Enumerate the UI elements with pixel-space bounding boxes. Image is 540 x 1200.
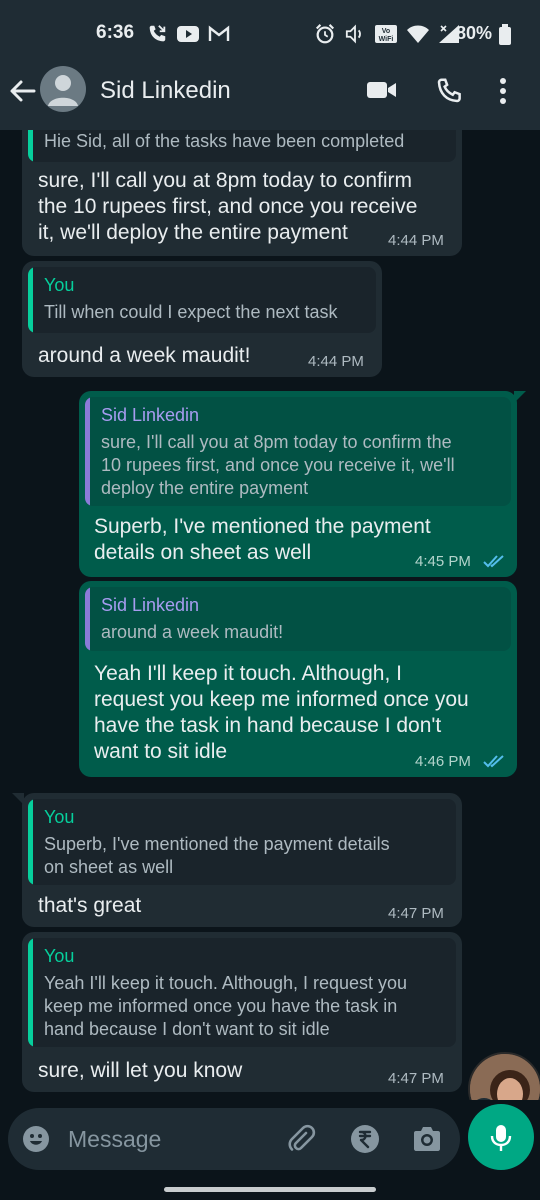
message-time: 4:46 PM xyxy=(415,753,471,770)
quoted-text: Hie Sid, all of the tasks have been comp… xyxy=(44,131,405,151)
quoted-message[interactable]: You Superb, I've mentioned the payment d… xyxy=(28,799,456,885)
quoted-message[interactable]: Hie Sid, all of the tasks have been comp… xyxy=(28,130,456,162)
quoted-author: Sid Linkedin xyxy=(101,595,200,615)
message-line: sure, I'll call you at 8pm today to conf… xyxy=(38,169,413,192)
quoted-line: sure, I'll call you at 8pm today to conf… xyxy=(101,432,452,452)
voice-call-icon[interactable] xyxy=(434,76,464,106)
outgoing-message[interactable]: Sid Linkedin sure, I'll call you at 8pm … xyxy=(79,391,517,577)
message-time: 4:47 PM xyxy=(388,905,444,922)
message-text: that's great xyxy=(38,894,142,917)
svg-text:WiFi: WiFi xyxy=(379,36,394,43)
alarm-icon xyxy=(315,24,335,44)
vibrate-volume-icon xyxy=(345,24,361,44)
gmail-icon xyxy=(208,25,230,41)
incoming-message[interactable]: You Till when could I expect the next ta… xyxy=(22,261,382,377)
message-list[interactable]: Hie Sid, all of the tasks have been comp… xyxy=(0,130,540,1110)
message-line: details on sheet as well xyxy=(94,541,312,564)
quoted-text: Superb, I've mentioned the payment detai… xyxy=(44,833,390,879)
incoming-message[interactable]: You Superb, I've mentioned the payment d… xyxy=(22,793,462,927)
quoted-text: Yeah I'll keep it touch. Although, I req… xyxy=(44,972,407,1041)
chat-header: Sid Linkedin xyxy=(0,64,540,120)
status-time: 6:36 xyxy=(96,22,135,43)
status-notification-icons xyxy=(146,23,230,45)
more-options-icon[interactable] xyxy=(498,76,508,106)
quoted-line: hand because I don't want to sit idle xyxy=(44,1019,330,1039)
youtube-icon xyxy=(177,26,199,42)
quoted-message[interactable]: You Yeah I'll keep it touch. Although, I… xyxy=(28,938,456,1047)
message-time: 4:44 PM xyxy=(388,232,444,249)
read-receipt-icon xyxy=(483,555,504,568)
quoted-text: Till when could I expect the next task xyxy=(44,302,338,322)
svg-text:Vo: Vo xyxy=(382,28,390,35)
quote-bar xyxy=(85,587,90,651)
quote-bar xyxy=(28,130,33,162)
video-call-icon[interactable] xyxy=(366,78,398,102)
contact-name[interactable]: Sid Linkedin xyxy=(100,77,231,105)
quoted-line: on sheet as well xyxy=(44,857,174,877)
default-avatar-icon xyxy=(48,75,78,106)
quote-bar xyxy=(28,799,33,885)
message-time: 4:45 PM xyxy=(415,553,471,570)
quoted-message[interactable]: You Till when could I expect the next ta… xyxy=(28,267,376,333)
quoted-line: Yeah I'll keep it touch. Although, I req… xyxy=(44,973,408,993)
quoted-line: keep me informed once you have the task … xyxy=(44,996,398,1016)
message-line: Superb, I've mentioned the payment xyxy=(94,515,431,538)
message-line: request you keep me informed once you xyxy=(94,688,469,711)
payment-rupee-icon[interactable] xyxy=(350,1124,380,1154)
message-text: sure, I'll call you at 8pm today to conf… xyxy=(38,168,417,246)
quoted-line: deploy the entire payment xyxy=(101,478,309,498)
battery-icon xyxy=(499,24,511,45)
home-indicator[interactable] xyxy=(164,1187,376,1192)
quoted-author: You xyxy=(44,275,75,295)
back-arrow-icon[interactable] xyxy=(8,76,38,106)
quote-bar xyxy=(28,267,33,333)
quoted-line: Superb, I've mentioned the payment detai… xyxy=(44,834,390,854)
quoted-text: sure, I'll call you at 8pm today to conf… xyxy=(101,431,455,500)
quoted-author: You xyxy=(44,946,75,966)
message-line: it, we'll deploy the entire payment xyxy=(38,221,348,244)
missed-call-icon xyxy=(149,25,166,42)
message-composer xyxy=(8,1108,460,1170)
wifi-icon xyxy=(407,25,429,43)
quoted-author: You xyxy=(44,807,75,827)
contact-avatar[interactable] xyxy=(40,66,86,112)
message-line: the 10 rupees first, and once you receiv… xyxy=(38,195,418,218)
quoted-text: around a week maudit! xyxy=(101,622,284,642)
composer-bar xyxy=(0,1100,540,1200)
message-line: have the task in hand because I don't xyxy=(94,714,442,737)
bubble-tail xyxy=(514,391,526,403)
quoted-author: Sid Linkedin xyxy=(101,405,200,425)
status-bar: 6:36 Vo WiFi 80% xyxy=(0,0,540,68)
message-line: Yeah I'll keep it touch. Although, I xyxy=(94,662,402,685)
emoji-icon[interactable] xyxy=(22,1125,50,1153)
message-text: Superb, I've mentioned the payment detai… xyxy=(94,514,431,566)
top-app-bar: 6:36 Vo WiFi 80% Sid Linkedin xyxy=(0,0,540,130)
message-text: Yeah I'll keep it touch. Although, I req… xyxy=(94,661,469,765)
message-line: want to sit idle xyxy=(94,740,228,763)
quote-bar xyxy=(85,397,90,506)
message-text: around a week maudit! xyxy=(38,344,251,367)
bubble-tail xyxy=(12,793,24,805)
incoming-message[interactable]: Hie Sid, all of the tasks have been comp… xyxy=(22,130,462,256)
message-time: 4:44 PM xyxy=(308,353,364,370)
attach-icon[interactable] xyxy=(286,1124,316,1154)
camera-icon[interactable] xyxy=(412,1125,442,1153)
voice-message-button[interactable] xyxy=(468,1104,534,1170)
quoted-message[interactable]: Sid Linkedin around a week maudit! xyxy=(85,587,511,651)
battery-percent: 80% xyxy=(456,23,493,43)
message-text: sure, will let you know xyxy=(38,1059,243,1082)
status-system-icons: Vo WiFi xyxy=(314,23,460,45)
quoted-line: 10 rupees first, and once you receive it… xyxy=(101,455,455,475)
message-input[interactable] xyxy=(68,1120,268,1158)
message-time: 4:47 PM xyxy=(388,1070,444,1087)
read-receipt-icon xyxy=(483,755,504,768)
incoming-message[interactable]: You Yeah I'll keep it touch. Although, I… xyxy=(22,932,462,1092)
vowifi-icon: VoWiFi xyxy=(375,25,397,43)
quote-bar xyxy=(28,938,33,1047)
quoted-message[interactable]: Sid Linkedin sure, I'll call you at 8pm … xyxy=(85,397,511,506)
outgoing-message[interactable]: Sid Linkedin around a week maudit! Yeah … xyxy=(79,581,517,777)
microphone-icon xyxy=(490,1125,512,1151)
